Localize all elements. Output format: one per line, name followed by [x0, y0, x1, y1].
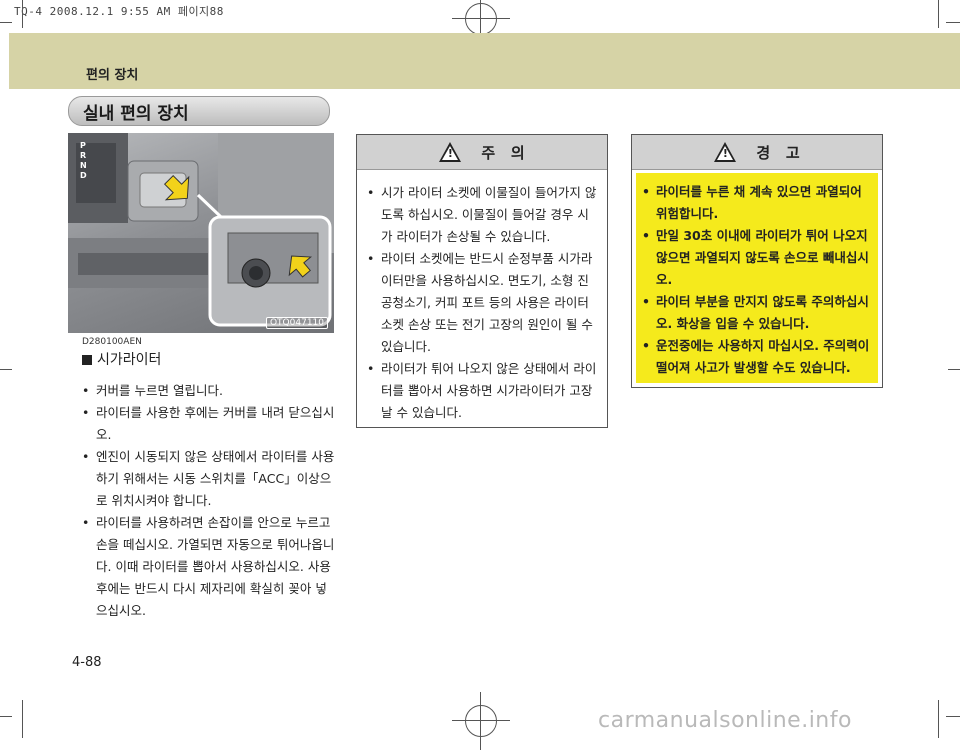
- list-item: 라이터 부분을 만지지 않도록 주의하십시오. 화상을 입을 수 있습니다.: [642, 291, 872, 335]
- caution-box: ! 주 의 시가 라이터 소켓에 이물질이 들어가지 않도록 하십시오. 이물질…: [356, 134, 608, 428]
- crop-mark: [0, 22, 12, 23]
- topic-title-pill: 실내 편의 장치: [68, 96, 330, 126]
- caution-header: ! 주 의: [357, 135, 607, 170]
- photo-illustration: [68, 133, 334, 327]
- subsection-title-text: 시가라이터: [97, 352, 162, 368]
- list-item: 라이터를 누른 채 계속 있으면 과열되어 위험합니다.: [642, 181, 872, 225]
- registration-mark: [452, 0, 510, 48]
- caution-list: 시가 라이터 소켓에 이물질이 들어가지 않도록 하십시오. 이물질이 들어갈 …: [367, 182, 597, 424]
- warning-list: 라이터를 누른 채 계속 있으면 과열되어 위험합니다. 만일 30초 이내에 …: [642, 181, 872, 379]
- list-item: 커버를 누르면 열립니다.: [82, 380, 336, 402]
- cigarette-lighter-photo: P R N D OTQ047110: [68, 133, 334, 333]
- list-item: 라이터 소켓에는 반드시 순정부품 시가라이터만을 사용하십시오. 면도기, 소…: [367, 248, 597, 358]
- crop-mark: [946, 716, 960, 717]
- list-item: 라이터가 튀어 나오지 않은 상태에서 라이터를 뽑아서 사용하면 시가라이터가…: [367, 358, 597, 424]
- crop-mark: [22, 0, 23, 28]
- crop-mark: [938, 700, 939, 738]
- warning-title: 경 고: [756, 143, 800, 162]
- subsection-title: 시가라이터: [82, 349, 161, 369]
- list-item: 엔진이 시동되지 않은 상태에서 라이터를 사용하기 위해서는 시동 스위치를「…: [82, 446, 336, 512]
- crop-mark: [946, 22, 960, 23]
- warning-triangle-icon: !: [439, 142, 462, 162]
- crop-mark: [948, 369, 960, 370]
- list-item: 라이터를 사용한 후에는 커버를 내려 닫으십시오.: [82, 402, 336, 446]
- caution-title: 주 의: [481, 143, 525, 162]
- print-header: TQ-4 2008.12.1 9:55 AM 페이지88: [14, 5, 224, 18]
- topic-title: 실내 편의 장치: [83, 104, 189, 124]
- warning-header: ! 경 고: [632, 135, 882, 170]
- registration-mark: [452, 692, 510, 750]
- page-number: 4-88: [72, 655, 102, 670]
- list-item: 운전중에는 사용하지 마십시오. 주의력이 떨어져 사고가 발생할 수도 있습니…: [642, 335, 872, 379]
- warning-box: ! 경 고 라이터를 누른 채 계속 있으면 과열되어 위험합니다. 만일 30…: [631, 134, 883, 388]
- watermark: carmanualsonline.info: [598, 708, 852, 733]
- crop-mark: [0, 716, 12, 717]
- header-band: [9, 33, 960, 89]
- warning-body: 라이터를 누른 채 계속 있으면 과열되어 위험합니다. 만일 30초 이내에 …: [636, 173, 878, 383]
- list-item: 만일 30초 이내에 라이터가 튀어 나오지 않으면 과열되지 않도록 손으로 …: [642, 225, 872, 291]
- shifter-letters: P R N D: [80, 141, 87, 180]
- crop-mark: [938, 0, 939, 28]
- list-item: 시가 라이터 소켓에 이물질이 들어가지 않도록 하십시오. 이물질이 들어갈 …: [367, 182, 597, 248]
- reference-code: D280100AEN: [82, 337, 142, 347]
- lighter-instructions: 커버를 누르면 열립니다. 라이터를 사용한 후에는 커버를 내려 닫으십시오.…: [82, 380, 336, 622]
- list-item: 라이터를 사용하려면 손잡이를 안으로 누르고 손을 떼십시오. 가열되면 자동…: [82, 512, 336, 622]
- warning-triangle-icon: !: [714, 142, 737, 162]
- crop-mark: [0, 369, 12, 370]
- square-bullet-icon: [82, 355, 92, 365]
- crop-mark: [22, 700, 23, 738]
- photo-code: OTQ047110: [265, 317, 328, 329]
- section-title: 편의 장치: [86, 68, 139, 83]
